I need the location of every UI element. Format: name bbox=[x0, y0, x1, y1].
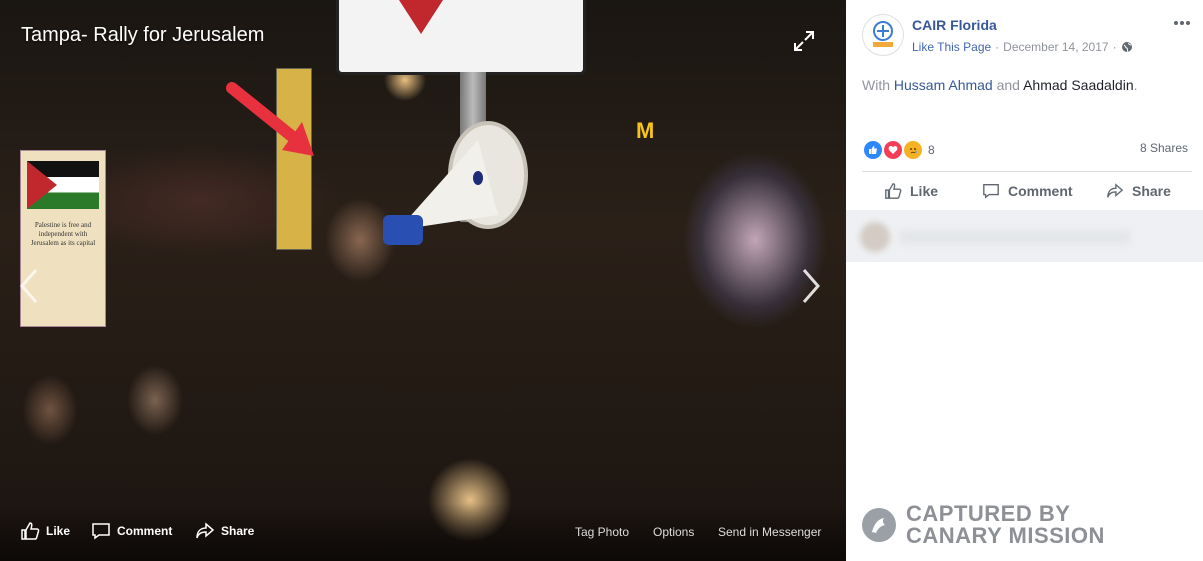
post-date[interactable]: December 14, 2017 bbox=[1003, 40, 1108, 54]
share-icon bbox=[196, 522, 215, 539]
cair-logo-icon bbox=[873, 21, 893, 47]
tagged-person-link[interactable]: Ahmad Saadaldin bbox=[1023, 77, 1134, 93]
caption-suffix: . bbox=[1133, 77, 1138, 93]
more-options-icon[interactable] bbox=[1173, 18, 1191, 28]
post-comment-label: Comment bbox=[1008, 183, 1073, 199]
options-link[interactable]: Options bbox=[653, 525, 694, 539]
previous-photo-arrow-icon[interactable] bbox=[18, 266, 42, 306]
blurred-comment-text bbox=[900, 230, 1130, 244]
photo-like-label: Like bbox=[46, 524, 71, 538]
red-arrow-annotation bbox=[226, 82, 314, 156]
post-caption: With Hussam Ahmad and Ahmad Saadaldin. bbox=[862, 77, 1138, 93]
love-reaction-icon bbox=[882, 139, 904, 161]
caption-and: and bbox=[992, 77, 1024, 93]
protest-sign-text: Palestine is free and independent with J… bbox=[30, 221, 96, 247]
street-sign bbox=[336, 0, 586, 75]
tagged-person-link[interactable]: Hussam Ahmad bbox=[894, 77, 993, 93]
caption-prefix: With bbox=[862, 77, 894, 93]
send-in-messenger-link[interactable]: Send in Messenger bbox=[718, 525, 821, 539]
watermark-text: CAPTURED BY CANARY MISSION bbox=[906, 503, 1105, 547]
page-name-link[interactable]: CAIR Florida bbox=[912, 17, 997, 33]
photo-like-button[interactable]: Like bbox=[20, 522, 70, 540]
post-like-label: Like bbox=[910, 183, 939, 199]
photo-share-button[interactable]: Share bbox=[195, 522, 254, 540]
page-avatar[interactable] bbox=[862, 14, 904, 56]
post-meta: Like This Page · December 14, 2017 · bbox=[912, 40, 1133, 54]
thumbs-up-icon bbox=[21, 522, 40, 540]
tag-photo-link[interactable]: Tag Photo bbox=[575, 525, 629, 539]
comment-icon bbox=[92, 523, 110, 540]
sad-reaction-icon bbox=[902, 139, 924, 161]
watermark-line2: CANARY MISSION bbox=[906, 523, 1105, 548]
globe-icon[interactable] bbox=[1121, 41, 1133, 53]
comment-preview-blurred bbox=[846, 210, 1203, 262]
meta-separator: · bbox=[995, 40, 1000, 54]
photo-comment-label: Comment bbox=[117, 524, 173, 538]
divider bbox=[862, 171, 1192, 172]
comment-icon bbox=[983, 184, 999, 199]
post-share-button[interactable]: Share bbox=[1106, 182, 1171, 200]
shares-count-link[interactable]: 8 Shares bbox=[1140, 141, 1188, 155]
megaphone bbox=[383, 121, 528, 245]
post-like-button[interactable]: Like bbox=[884, 182, 938, 200]
canary-mission-watermark: CAPTURED BY CANARY MISSION bbox=[862, 503, 1105, 547]
reactions-summary[interactable]: 8 bbox=[862, 139, 935, 161]
photo-title: Tampa- Rally for Jerusalem bbox=[21, 24, 265, 46]
like-this-page-link[interactable]: Like This Page bbox=[912, 40, 991, 54]
photo-viewer[interactable]: Palestine is free and independent with J… bbox=[0, 0, 846, 561]
photo-share-label: Share bbox=[221, 524, 255, 538]
reaction-count: 8 bbox=[928, 143, 935, 157]
post-comment-button[interactable]: Comment bbox=[982, 182, 1073, 200]
like-reaction-icon bbox=[862, 139, 884, 161]
post-share-label: Share bbox=[1132, 183, 1171, 199]
next-photo-arrow-icon[interactable] bbox=[798, 266, 822, 306]
thumbs-up-icon bbox=[885, 183, 902, 199]
watermark-line1: CAPTURED BY bbox=[906, 501, 1071, 526]
expand-icon[interactable] bbox=[793, 30, 815, 52]
share-icon bbox=[1107, 183, 1124, 198]
meta-separator: · bbox=[1112, 40, 1117, 54]
avatar bbox=[860, 222, 890, 252]
photo-comment-button[interactable]: Comment bbox=[91, 522, 172, 540]
canary-bird-icon bbox=[862, 508, 896, 542]
mcdonalds-logo: M bbox=[636, 118, 655, 143]
